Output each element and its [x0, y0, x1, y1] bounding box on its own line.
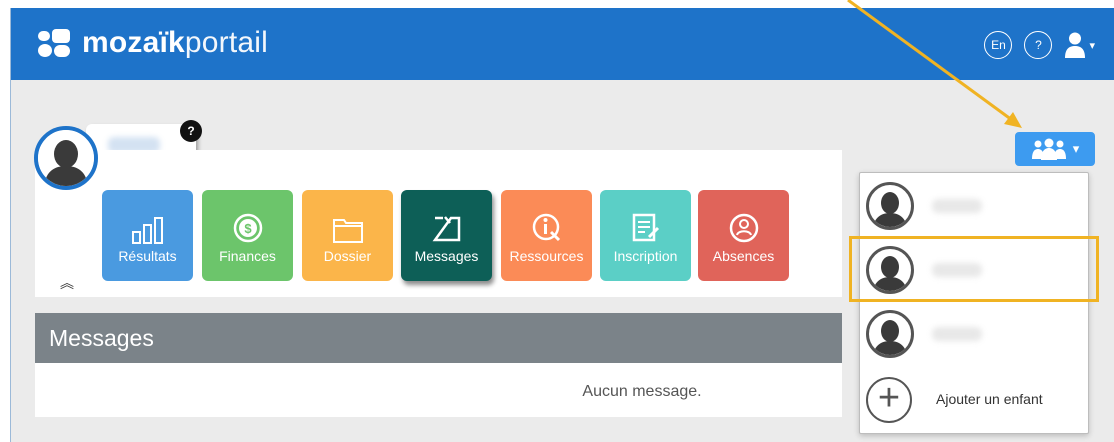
tile-label: Dossier [323, 248, 372, 264]
help-badge[interactable]: ? [180, 120, 202, 142]
top-bar: mozaïkportail En ? ▾ [11, 8, 1114, 80]
tile-label: Inscription [613, 248, 678, 264]
chevron-down-icon: ▾ [1072, 141, 1080, 156]
tile-dossier[interactable]: Dossier [302, 190, 393, 281]
add-child-item[interactable]: + Ajouter un enfant [860, 369, 1088, 431]
person-silhouette-icon [873, 320, 907, 355]
resources-icon [532, 213, 560, 242]
person-silhouette-icon [873, 192, 907, 227]
tile-label: Résultats [118, 248, 177, 264]
messages-section-header: Messages [35, 313, 842, 363]
form-icon [632, 213, 659, 242]
logo-icon [38, 29, 72, 57]
messages-title: Messages [49, 325, 154, 351]
child-name-blurred [932, 199, 982, 213]
bar-chart-icon [131, 217, 163, 244]
tile-finances[interactable]: $ Finances [202, 190, 293, 281]
tile-messages[interactable]: Messages [401, 190, 492, 281]
tiles-panel: ︽ Résultats $ Finances Dossier Messages [35, 150, 842, 297]
messages-body: Aucun message. [35, 363, 842, 417]
highlight-box [849, 236, 1099, 302]
help-button[interactable]: ? [1024, 31, 1053, 59]
student-avatar[interactable] [34, 126, 98, 190]
svg-text:$: $ [244, 221, 252, 236]
children-dropdown: + Ajouter un enfant [859, 172, 1089, 434]
user-icon [1065, 32, 1086, 58]
tile-inscription[interactable]: Inscription [600, 190, 691, 281]
plus-circle-icon: + [866, 377, 912, 423]
person-silhouette-icon [38, 130, 94, 186]
tile-resultats[interactable]: Résultats [102, 190, 193, 281]
tile-label: Finances [219, 248, 276, 264]
tile-label: Ressources [509, 248, 584, 264]
tile-ressources[interactable]: Ressources [501, 190, 592, 281]
absence-icon [729, 213, 758, 243]
group-icon [1031, 138, 1066, 160]
add-child-label: Ajouter un enfant [936, 391, 1043, 407]
collapse-icon[interactable]: ︽ [60, 273, 74, 293]
language-button[interactable]: En [984, 31, 1013, 59]
tile-label: Messages [414, 248, 479, 264]
message-icon [432, 216, 460, 242]
tile-absences[interactable]: Absences [698, 190, 789, 281]
folder-icon [332, 219, 363, 243]
child-avatar [866, 182, 914, 230]
dollar-coin-icon: $ [233, 213, 262, 243]
logo[interactable]: mozaïkportail [38, 28, 268, 58]
child-name-blurred [932, 327, 982, 341]
brand-name: mozaïkportail [82, 26, 269, 59]
header-actions: En ? ▾ [984, 31, 1095, 59]
child-item[interactable] [860, 303, 1088, 365]
tile-label: Absences [712, 248, 775, 264]
user-menu-button[interactable]: ▾ [1064, 32, 1095, 58]
children-selector-button[interactable]: ▾ [1015, 132, 1095, 166]
child-item[interactable] [860, 175, 1088, 237]
chevron-down-icon: ▾ [1089, 39, 1095, 52]
child-avatar [866, 310, 914, 358]
